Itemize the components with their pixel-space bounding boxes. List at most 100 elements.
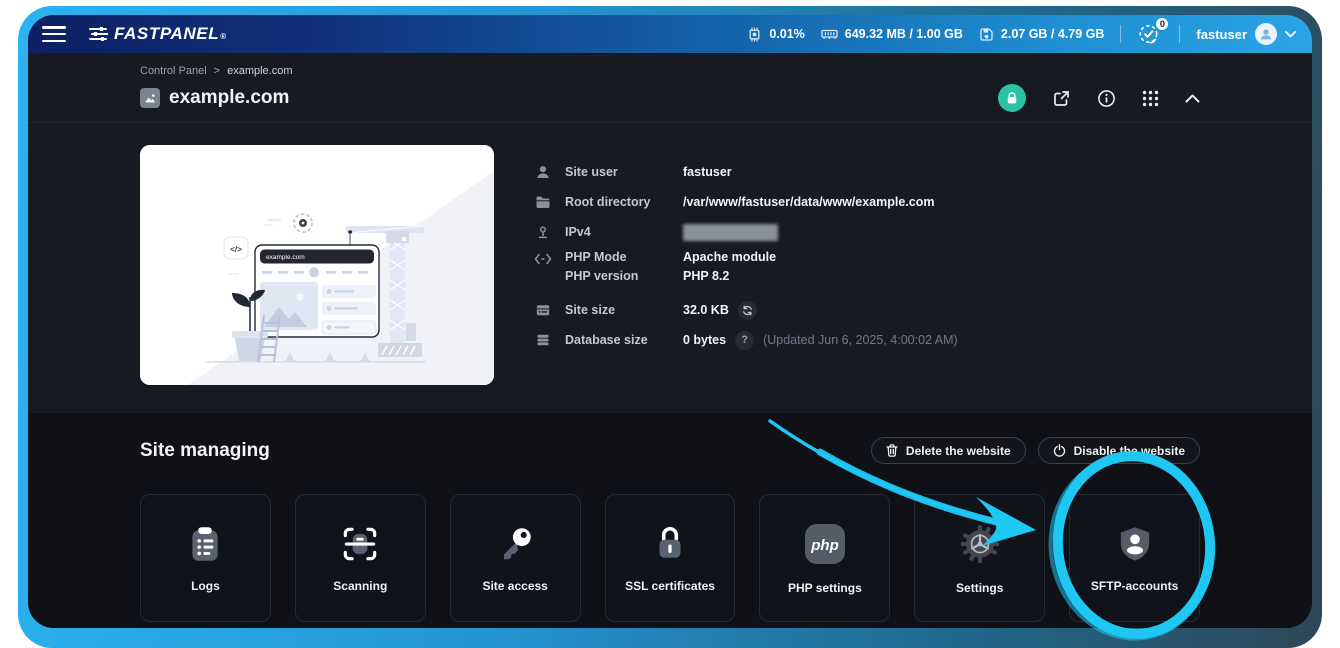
database-help-button[interactable]: ? (735, 331, 754, 350)
disk-icon (979, 27, 994, 42)
shield-user-icon (1114, 523, 1156, 565)
tile-label: PHP settings (788, 581, 862, 595)
refresh-icon (742, 305, 753, 316)
ssl-status-button[interactable] (998, 84, 1026, 112)
site-managing-section: Site managing Delete the website Disable… (28, 413, 1312, 628)
site-favicon (140, 88, 160, 108)
apps-grid-icon (1142, 90, 1159, 107)
detail-label: Root directory (565, 195, 683, 209)
tile-sftp-accounts[interactable]: SFTP-accounts (1069, 494, 1200, 622)
site-header: Control Panel > example.com example.com (28, 53, 1312, 123)
open-site-button[interactable] (1052, 89, 1071, 108)
detail-row-ipv4: IPv4 (534, 217, 1200, 247)
chevron-down-icon (1285, 31, 1296, 38)
tile-label: Scanning (333, 579, 387, 593)
topbar-divider-2 (1179, 25, 1180, 43)
topbar-divider (1120, 25, 1121, 43)
tasks-notifications[interactable]: 0 (1137, 22, 1163, 46)
database-icon (535, 332, 551, 348)
title-actions (998, 84, 1200, 112)
drive-icon (535, 302, 551, 318)
recalculate-size-button[interactable] (738, 301, 757, 320)
scanning-icon (339, 523, 381, 565)
code-icon (534, 252, 552, 266)
memory-stat[interactable]: 649.32 MB / 1.00 GB (821, 27, 963, 41)
breadcrumb-control-panel[interactable]: Control Panel (140, 65, 207, 77)
gear-icon (957, 521, 1003, 567)
menu-icon[interactable] (42, 26, 66, 42)
brand-logo[interactable]: FASTPANEL ® (88, 24, 226, 44)
tile-logs[interactable]: Logs (140, 494, 271, 622)
database-updated-note: (Updated Jun 6, 2025, 4:00:02 AM) (763, 333, 958, 347)
detail-label: PHP version (565, 269, 683, 283)
trash-icon (886, 444, 898, 457)
detail-value: 0 bytes (683, 333, 726, 347)
detail-label: Database size (565, 333, 683, 347)
cpu-value: 0.01% (769, 27, 804, 41)
brand-name: FASTPANEL (114, 24, 219, 44)
section-title: Site managing (140, 440, 270, 462)
managing-tiles: Logs Sc (140, 494, 1200, 622)
detail-row-root-directory: Root directory /var/www/fastuser/data/ww… (534, 187, 1200, 217)
ipv4-redacted-value (683, 224, 778, 241)
folder-icon (535, 194, 551, 210)
detail-value: PHP 8.2 (683, 269, 729, 283)
under-construction-illustration: example.com (140, 145, 494, 385)
detail-label: Site size (565, 303, 683, 317)
apps-menu-button[interactable] (1142, 90, 1159, 107)
delete-website-button[interactable]: Delete the website (871, 437, 1026, 464)
resource-stats: 0.01% 649.32 MB / 1.00 GB (747, 22, 1296, 46)
chevron-up-icon (1185, 94, 1200, 103)
tile-label: SSL certificates (625, 579, 715, 593)
detail-label: PHP Mode (565, 250, 683, 264)
disk-value: 2.07 GB / 4.79 GB (1001, 27, 1105, 41)
cpu-stat[interactable]: 0.01% (747, 27, 804, 42)
detail-value: Apache module (683, 250, 776, 264)
tile-label: SFTP-accounts (1091, 579, 1178, 593)
key-icon (494, 523, 536, 565)
site-details: Site user fastuser Root directory /var/w… (534, 145, 1200, 385)
tile-scanning[interactable]: Scanning (295, 494, 426, 622)
illustration-address-text: example.com (266, 254, 305, 261)
username: fastuser (1196, 27, 1247, 42)
managing-header: Site managing Delete the website Disable… (140, 437, 1200, 464)
breadcrumb-current: example.com (227, 65, 292, 77)
detail-row-site-user: Site user fastuser (534, 157, 1200, 187)
favicon-image-icon (143, 91, 157, 105)
tile-label: Logs (191, 579, 220, 593)
disable-website-button[interactable]: Disable the website (1038, 437, 1200, 464)
tile-ssl-certificates[interactable]: SSL certificates (605, 494, 736, 622)
brand-registered-mark: ® (220, 32, 226, 41)
svg-text:</>: </> (230, 245, 242, 254)
cpu-icon (747, 27, 762, 42)
site-info-button[interactable] (1097, 89, 1116, 108)
breadcrumb: Control Panel > example.com (140, 65, 1200, 77)
ssl-certificates-lock-icon (649, 523, 691, 565)
detail-row-php: PHP Mode PHP version Apache module PHP 8… (534, 247, 1200, 295)
collapse-button[interactable] (1185, 94, 1200, 103)
location-pin-icon (535, 224, 551, 240)
external-link-icon (1052, 89, 1071, 108)
disk-stat[interactable]: 2.07 GB / 4.79 GB (979, 27, 1105, 42)
app-window: FASTPANEL ® 0.01% (28, 15, 1312, 628)
managing-buttons: Delete the website Disable the website (871, 437, 1200, 464)
php-icon: php (802, 521, 848, 567)
main-content: Control Panel > example.com example.com (28, 53, 1312, 628)
tile-label: Site access (482, 579, 547, 593)
detail-row-database-size: Database size 0 bytes ? (Updated Jun 6, … (534, 325, 1200, 355)
detail-row-site-size: Site size 32.0 KB (534, 295, 1200, 325)
avatar (1255, 23, 1277, 45)
equalizer-logo-icon (88, 26, 108, 42)
window-frame: FASTPANEL ® 0.01% (18, 6, 1322, 648)
tile-settings[interactable]: Settings (914, 494, 1045, 622)
info-icon (1097, 89, 1116, 108)
tile-site-access[interactable]: Site access (450, 494, 581, 622)
ssl-lock-status-icon (1006, 92, 1018, 105)
tile-label: Settings (956, 581, 1003, 595)
user-menu[interactable]: fastuser (1196, 23, 1296, 45)
detail-label: IPv4 (565, 225, 683, 239)
memory-icon (821, 27, 838, 41)
disable-website-label: Disable the website (1074, 444, 1185, 458)
tile-php-settings[interactable]: php PHP settings (759, 494, 890, 622)
detail-value: fastuser (683, 165, 732, 179)
